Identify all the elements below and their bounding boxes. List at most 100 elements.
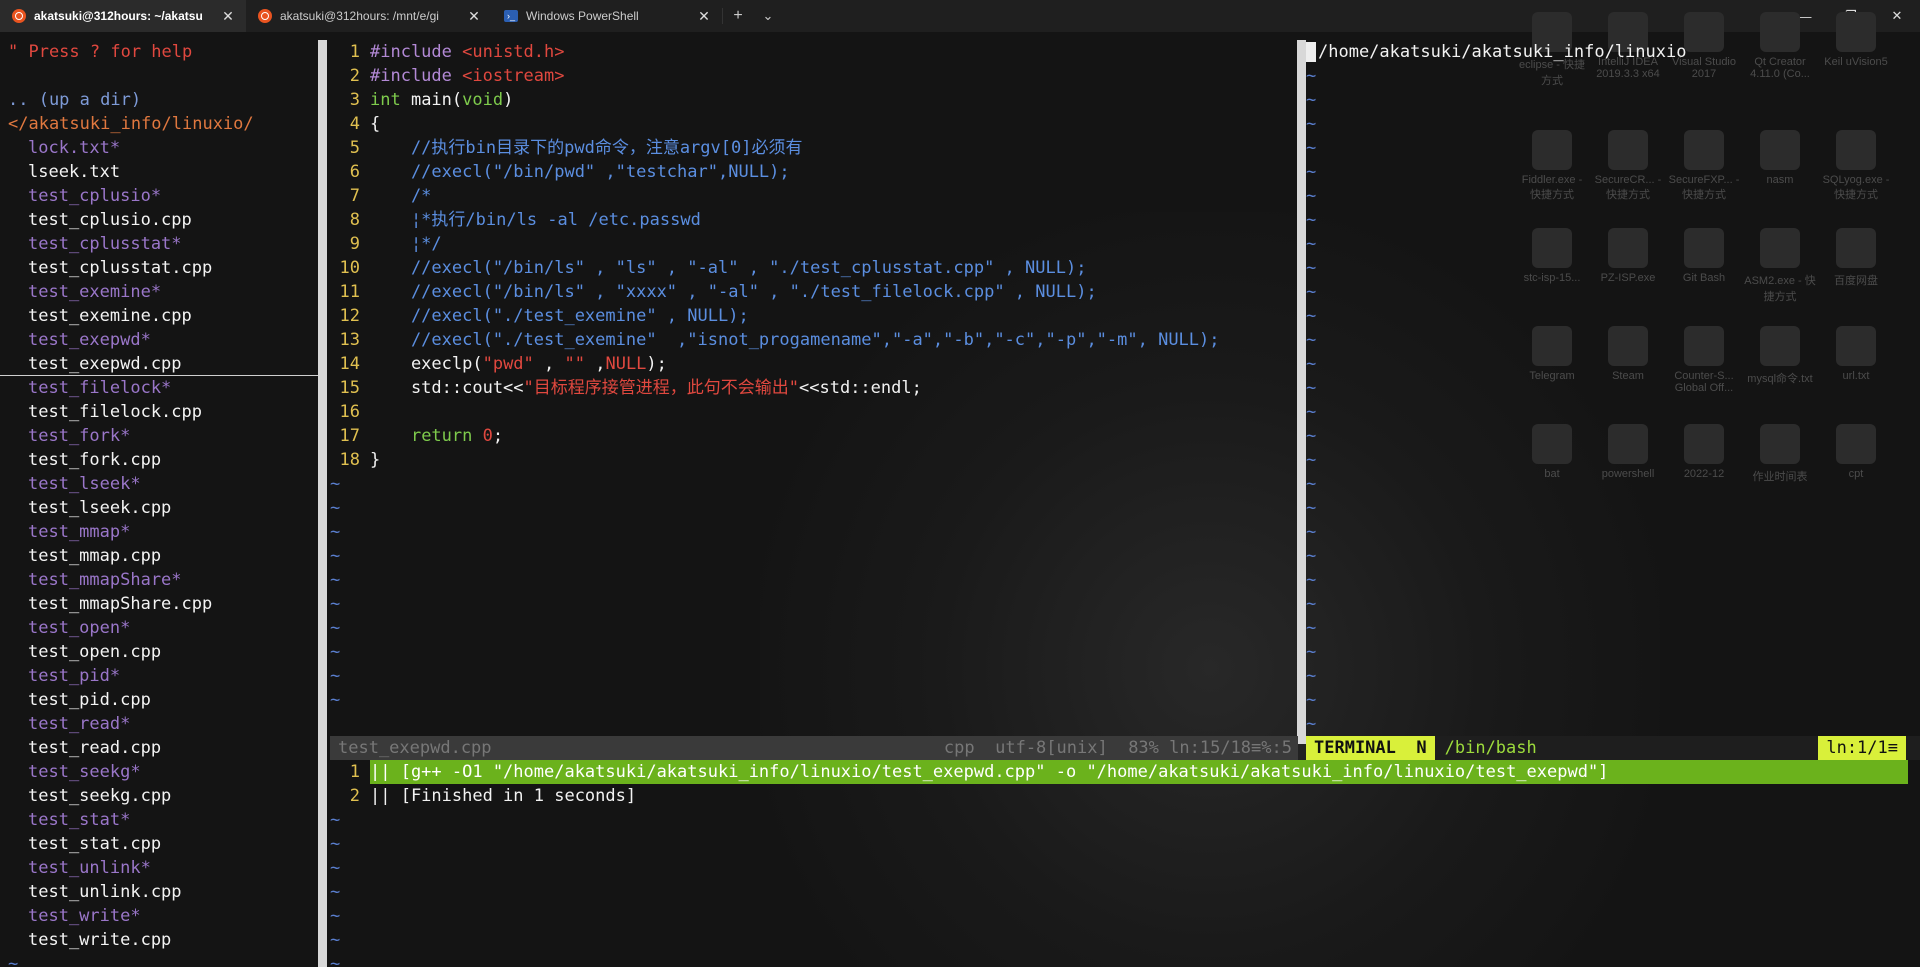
empty-line-marker: ~ xyxy=(330,906,341,926)
new-tab-button[interactable]: + xyxy=(723,0,753,32)
tree-item[interactable]: test_open* xyxy=(0,616,320,640)
empty-line-marker: ~ xyxy=(1306,186,1317,206)
quickfix-row[interactable]: 2 || [Finished in 1 seconds] xyxy=(330,784,1910,808)
empty-line-marker: ~ xyxy=(1306,690,1317,710)
status-filetype: cpp xyxy=(943,738,975,758)
tree-item[interactable]: test_filelock.cpp xyxy=(0,400,320,424)
empty-line-marker: ~ xyxy=(1306,498,1317,518)
tree-item[interactable]: test_lseek.cpp xyxy=(0,496,320,520)
code-token: //execl("/bin/pwd" ,"testchar",NULL); xyxy=(370,162,790,182)
tab-title: akatsuki@312hours: ~/akatsu xyxy=(34,9,203,23)
close-icon[interactable]: ✕ xyxy=(466,8,482,25)
empty-line-marker: ~ xyxy=(1306,138,1317,158)
line-number: 15 xyxy=(339,378,360,398)
code-token: main( xyxy=(400,90,463,110)
code-line: 10 //execl("/bin/ls" , "ls" , "-al" , ".… xyxy=(330,256,1290,280)
empty-line-marker: ~ xyxy=(330,882,341,902)
line-number: 12 xyxy=(339,306,360,326)
code-line: 14 execlp("pwd" , "" ,NULL); xyxy=(330,352,1290,376)
tree-item[interactable]: test_mmapShare* xyxy=(0,568,320,592)
code-line: 7 /* xyxy=(330,184,1290,208)
split-divider-right[interactable] xyxy=(1297,40,1306,744)
tree-item[interactable]: test_exemine* xyxy=(0,280,320,304)
line-number: 2 xyxy=(349,66,360,86)
tree-item[interactable]: test_fork* xyxy=(0,424,320,448)
tree-item[interactable]: test_pid.cpp xyxy=(0,688,320,712)
tree-item[interactable]: test_cplusstat* xyxy=(0,232,320,256)
quickfix-row[interactable]: 1 || [g++ -O1 "/home/akatsuki/akatsuki_in… xyxy=(330,760,1910,784)
tree-item[interactable]: test_pid* xyxy=(0,664,320,688)
tree-up-dir[interactable]: .. (up a dir) xyxy=(0,88,320,112)
empty-line-marker: ~ xyxy=(1306,378,1317,398)
tree-item[interactable]: test_exepwd* xyxy=(0,328,320,352)
empty-line-marker: ~ xyxy=(330,474,341,494)
empty-line-marker: ~ xyxy=(1306,330,1317,350)
tree-item[interactable]: test_mmap* xyxy=(0,520,320,544)
line-number: 17 xyxy=(339,426,360,446)
tab-ubuntu-1[interactable]: akatsuki@312hours: ~/akatsu ✕ xyxy=(0,0,246,32)
quickfix-line-number: 2 xyxy=(349,786,360,806)
empty-line-marker: ~ xyxy=(330,594,341,614)
tree-item[interactable]: test_exemine.cpp xyxy=(0,304,320,328)
status-position: ln:15/18 xyxy=(1169,738,1252,758)
empty-line-marker: ~ xyxy=(330,618,341,638)
tree-item[interactable]: test_cplusio.cpp xyxy=(0,208,320,232)
ubuntu-icon xyxy=(258,9,272,23)
code-line: 9 ¦*/ xyxy=(330,232,1290,256)
tree-item[interactable]: test_stat.cpp xyxy=(0,832,320,856)
empty-line-marker: ~ xyxy=(1306,666,1317,686)
tree-item[interactable]: test_fork.cpp xyxy=(0,448,320,472)
quickfix-list[interactable]: 1 || [g++ -O1 "/home/akatsuki/akatsuki_in… xyxy=(330,760,1910,967)
tree-item[interactable]: test_write.cpp xyxy=(0,928,320,952)
tree-item[interactable]: test_open.cpp xyxy=(0,640,320,664)
tab-powershell[interactable]: ›_ Windows PowerShell ✕ xyxy=(492,0,722,32)
code-line: 8 ¦*执行/bin/ls -al /etc.passwd xyxy=(330,208,1290,232)
code-token: ; xyxy=(492,426,504,446)
code-token: #include xyxy=(370,66,463,86)
empty-line-marker: ~ xyxy=(330,666,341,686)
tree-item[interactable]: test_write* xyxy=(0,904,320,928)
code-editor[interactable]: 1 #include <unistd.h> 2 #include <iostream>… xyxy=(330,40,1290,712)
tree-item[interactable]: test_unlink.cpp xyxy=(0,880,320,904)
tree-item[interactable]: lseek.txt xyxy=(0,160,320,184)
quickfix-text: || [Finished in 1 seconds] xyxy=(370,786,637,806)
tree-item[interactable]: test_seekg* xyxy=(0,760,320,784)
terminal-pane[interactable]: /home/akatsuki/akatsuki_info/linuxio ~ ~ ~… xyxy=(1306,40,1906,736)
tree-item[interactable]: test_mmap.cpp xyxy=(0,544,320,568)
tree-item[interactable]: test_mmapShare.cpp xyxy=(0,592,320,616)
code-token: ); xyxy=(646,354,667,374)
tab-title: Windows PowerShell xyxy=(526,9,639,23)
tree-item[interactable]: test_unlink* xyxy=(0,856,320,880)
tree-item[interactable]: test_read* xyxy=(0,712,320,736)
tree-item[interactable]: test_stat* xyxy=(0,808,320,832)
tree-item[interactable]: test_filelock* xyxy=(0,376,320,400)
close-icon[interactable]: ✕ xyxy=(696,8,712,25)
tree-item[interactable]: test_lseek* xyxy=(0,472,320,496)
tree-item[interactable]: test_cplusio* xyxy=(0,184,320,208)
tree-item[interactable]: test_seekg.cpp xyxy=(0,784,320,808)
empty-line-marker: ~ xyxy=(330,690,341,710)
tree-item[interactable]: test_cplusstat.cpp xyxy=(0,256,320,280)
tree-item[interactable]: test_exepwd.cpp xyxy=(0,352,320,376)
code-line: 6 //execl("/bin/pwd" ,"testchar",NULL); xyxy=(330,160,1290,184)
code-token: //执行bin目录下的pwd命令，注意argv[0]必须有 xyxy=(370,138,803,158)
empty-line-marker: ~ xyxy=(1306,570,1317,590)
split-divider-left[interactable] xyxy=(318,40,327,967)
terminal-shell: /bin/bash xyxy=(1444,738,1537,758)
code-token: return xyxy=(410,426,473,446)
code-token: <iostream> xyxy=(462,66,565,86)
code-token: #include xyxy=(370,42,463,62)
tree-item[interactable]: lock.txt* xyxy=(0,136,320,160)
close-icon[interactable]: ✕ xyxy=(220,8,236,25)
empty-line-marker: ~ xyxy=(1306,234,1317,254)
tab-ubuntu-2[interactable]: akatsuki@312hours: /mnt/e/gi ✕ xyxy=(246,0,492,32)
tree-root[interactable]: </akatsuki_info/linuxio/ xyxy=(0,112,320,136)
empty-line-marker: ~ xyxy=(330,858,341,878)
tree-item[interactable]: test_read.cpp xyxy=(0,736,320,760)
code-token: } xyxy=(370,450,381,470)
tab-dropdown-button[interactable]: ⌄ xyxy=(753,0,783,32)
editor-statusline: test_exepwd.cpp cpp utf-8[unix] 83% ln:1… xyxy=(330,736,1298,760)
code-token: ¦*执行/bin/ls -al /etc.passwd xyxy=(370,210,701,230)
code-token: <<std::endl; xyxy=(799,378,922,398)
